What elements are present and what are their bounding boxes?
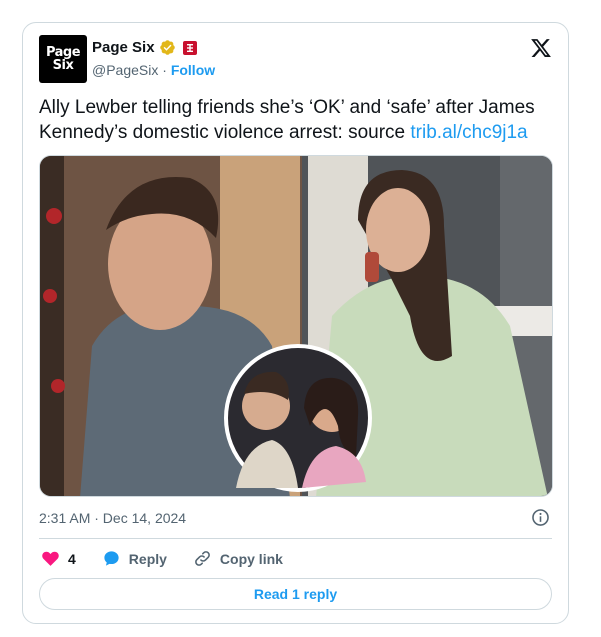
verified-badge-icon: [159, 40, 175, 55]
read-replies-button[interactable]: Read 1 reply: [39, 578, 552, 610]
copy-link-icon: [195, 551, 210, 566]
copy-link-label: Copy link: [219, 550, 283, 567]
like-count: 4: [68, 550, 76, 567]
tweet-text: Ally Lewber telling friends she’s ‘OK’ a…: [39, 95, 559, 145]
heart-icon: [42, 551, 59, 566]
divider: [39, 538, 552, 539]
info-icon[interactable]: [531, 508, 550, 527]
reply-bubble-icon: [104, 551, 119, 566]
reply-label: Reply: [128, 550, 167, 567]
separator: ·: [162, 62, 167, 78]
media-illustration: [40, 156, 552, 496]
name-row: Page Six: [92, 39, 197, 56]
account-name[interactable]: Page Six: [92, 39, 155, 56]
timestamp[interactable]: 2:31 AM · Dec 14, 2024: [39, 510, 186, 526]
account-handle[interactable]: @PageSix: [92, 62, 158, 78]
avatar-line2: Six: [52, 58, 74, 73]
follow-button[interactable]: Follow: [171, 62, 215, 78]
x-logo-icon[interactable]: [530, 37, 552, 59]
action-bar: 4 Reply Copy link: [41, 549, 309, 568]
tweet-media-image[interactable]: [39, 155, 553, 497]
affiliate-icon: [182, 40, 197, 55]
avatar[interactable]: Page Six: [39, 35, 87, 83]
like-button[interactable]: 4: [41, 549, 76, 568]
handle-row: @PageSix · Follow: [92, 62, 215, 78]
tweet-card: Page Six Page Six @PageSix · Follow Ally…: [22, 22, 569, 624]
tweet-link[interactable]: trib.al/chc9j1a: [410, 122, 527, 143]
reply-button[interactable]: Reply: [102, 549, 167, 568]
copy-link-button[interactable]: Copy link: [193, 549, 283, 568]
